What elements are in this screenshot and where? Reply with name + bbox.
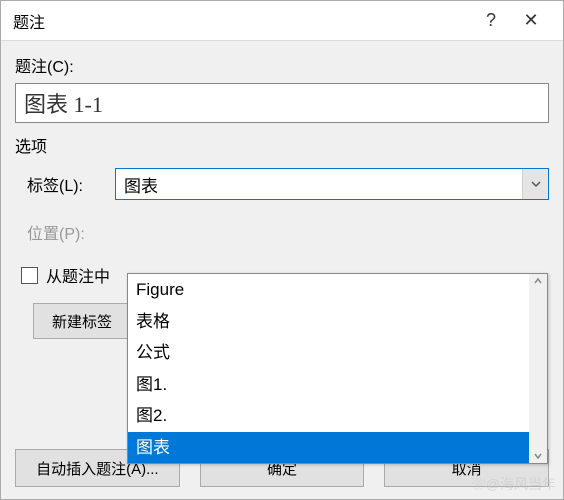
dropdown-item[interactable]: 图2.	[128, 400, 547, 432]
dialog-content: 题注(C): 选项 标签(L): 图表 位置(P): 从题注中 新建标签 Fig…	[1, 41, 563, 449]
caption-dialog: 题注 ? ✕ 题注(C): 选项 标签(L): 图表 位置(P): 从题注中 新…	[0, 0, 564, 500]
options-section-label: 选项	[15, 133, 549, 157]
dropdown-item[interactable]: 图1.	[128, 369, 547, 401]
position-option-row: 位置(P):	[15, 215, 549, 249]
label-field-label: 标签(L):	[15, 172, 115, 196]
dropdown-item[interactable]: 表格	[128, 306, 547, 338]
checkbox-box[interactable]	[21, 267, 38, 284]
close-icon[interactable]: ✕	[511, 10, 551, 31]
label-combobox-text: 图表	[116, 172, 522, 197]
help-icon[interactable]: ?	[471, 10, 511, 31]
dropdown-item-selected[interactable]: 图表	[128, 432, 547, 464]
label-combobox[interactable]: 图表	[115, 168, 549, 200]
dropdown-scrollbar[interactable]	[529, 274, 547, 463]
caption-label: 题注(C):	[15, 53, 549, 77]
position-field-label: 位置(P):	[15, 220, 115, 244]
titlebar: 题注 ? ✕	[1, 1, 563, 41]
dropdown-item[interactable]: 公式	[128, 337, 547, 369]
new-label-button[interactable]: 新建标签	[33, 303, 131, 339]
caption-input[interactable]	[15, 83, 549, 123]
chevron-down-icon	[534, 452, 542, 460]
chevron-down-icon[interactable]	[522, 169, 548, 199]
label-dropdown-list[interactable]: Figure 表格 公式 图1. 图2. 图表	[127, 273, 548, 464]
checkbox-label: 从题注中	[46, 263, 110, 287]
label-option-row: 标签(L): 图表	[15, 167, 549, 201]
dropdown-item[interactable]: Figure	[128, 274, 547, 306]
window-title: 题注	[13, 9, 471, 33]
chevron-up-icon	[534, 277, 542, 285]
